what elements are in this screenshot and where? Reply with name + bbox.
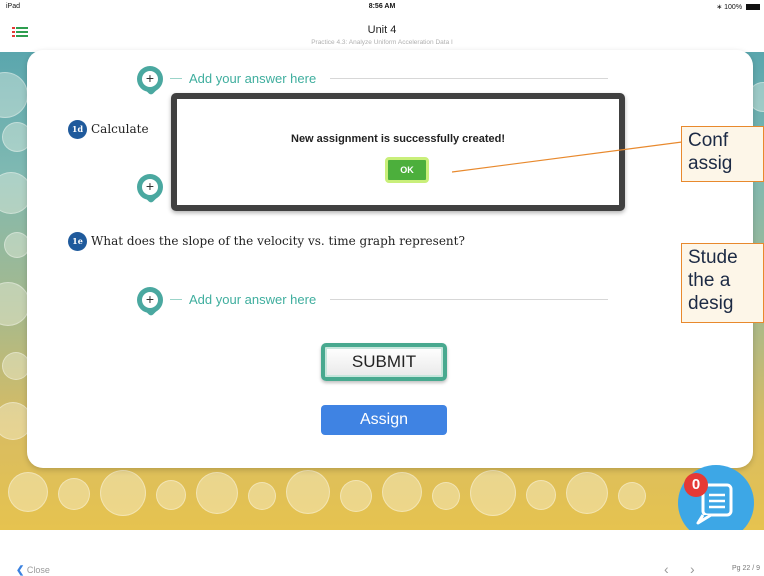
divider — [330, 78, 608, 79]
plus-icon: + — [142, 179, 158, 195]
plus-icon: + — [142, 71, 158, 87]
bluetooth-icon: ∗ — [716, 4, 723, 11]
chevron-left-icon: ❮ — [16, 565, 25, 576]
close-label: Close — [26, 565, 50, 575]
ok-button[interactable]: OK — [385, 157, 429, 183]
callout-student: Stude the a desig — [681, 243, 764, 323]
question-badge: 1e — [68, 232, 87, 251]
callout-confirmation: Conf assig — [681, 126, 764, 182]
callout-text: Conf — [688, 130, 729, 151]
callout-text: assig — [688, 153, 733, 174]
callout-connector — [452, 141, 682, 173]
page-indicator: Pg 22 / 9 — [732, 565, 761, 572]
answer-row-1c: + Add your answer here — [137, 66, 608, 96]
assign-button[interactable]: Assign — [321, 405, 447, 435]
answer-input[interactable]: Add your answer here — [189, 292, 316, 307]
battery-icon — [746, 4, 760, 11]
question-text: What does the slope of the velocity vs. … — [91, 234, 465, 248]
divider — [330, 299, 608, 300]
divider — [170, 78, 182, 79]
notification-badge[interactable]: 0 — [684, 473, 708, 497]
page-title: Unit 4 — [367, 24, 397, 36]
answer-row-1e: + Add your answer here — [137, 287, 608, 317]
add-answer-button[interactable]: + — [137, 66, 163, 96]
answer-input[interactable]: Add your answer here — [189, 71, 316, 86]
submit-button[interactable]: SUBMIT — [321, 343, 447, 381]
callout-text: the a — [688, 270, 731, 291]
battery-label: 100% — [724, 4, 743, 11]
divider — [170, 299, 182, 300]
question-text: Calculate — [91, 122, 149, 136]
callout-text: desig — [688, 293, 734, 314]
close-button[interactable]: ❮ Close — [16, 565, 50, 576]
callout-text: Stude — [688, 247, 738, 268]
question-badge: 1d — [68, 120, 87, 139]
bottom-bar: ❮ Close ‹ › Pg 22 / 9 — [0, 530, 764, 576]
battery-status: ∗ 100% — [716, 3, 760, 11]
clock: 8:56 AM — [368, 3, 396, 10]
plus-icon: + — [142, 292, 158, 308]
page-subtitle: Practice 4.3: Analyze Uniform Accelerati… — [311, 39, 453, 46]
status-bar: iPad 8:56 AM ∗ 100% — [0, 0, 764, 14]
next-page-icon[interactable]: › — [690, 561, 695, 576]
header: Unit 4 Practice 4.3: Analyze Uniform Acc… — [0, 14, 764, 52]
add-answer-button[interactable]: + — [137, 174, 163, 204]
previous-page-icon[interactable]: ‹ — [664, 561, 669, 576]
add-answer-button[interactable]: + — [137, 287, 163, 317]
